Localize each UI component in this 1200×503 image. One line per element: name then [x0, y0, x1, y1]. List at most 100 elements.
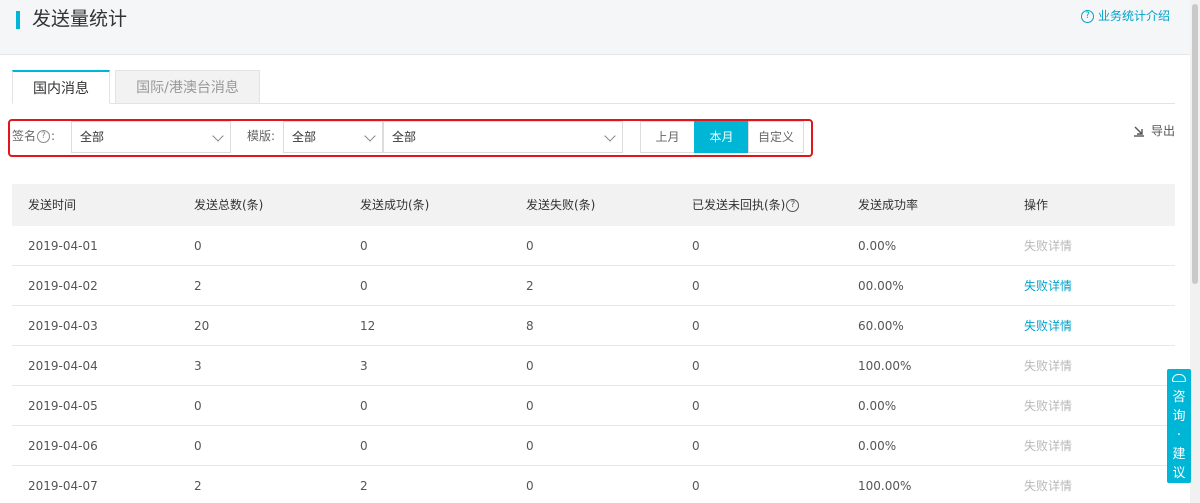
sign-select[interactable]: 全部: [71, 121, 231, 153]
cell-failed: 2: [526, 279, 534, 293]
cell-failed: 0: [526, 399, 534, 413]
title-accent-bar: [16, 11, 20, 29]
scrollbar-thumb[interactable]: [1192, 4, 1198, 284]
cell-success: 3: [360, 359, 368, 373]
cell-date: 2019-04-03: [28, 319, 98, 333]
template-filter-label: 模版:: [247, 129, 276, 143]
cell-success: 2: [360, 479, 368, 493]
sign-select-value: 全部: [80, 130, 105, 144]
table-row: 2019-04-05 0 0 0 0 0.00% 失败详情: [12, 386, 1175, 426]
table-header: 发送时间 发送总数(条) 发送成功(条) 发送失败(条) 已发送未回执(条) ?…: [12, 184, 1175, 226]
cell-rate: 100.00%: [858, 359, 912, 373]
cell-total: 3: [194, 359, 202, 373]
failure-details-link: 失败详情: [1024, 439, 1073, 453]
table-row: 2019-04-01 0 0 0 0 0.00% 失败详情: [12, 226, 1175, 266]
export-label: 导出: [1150, 124, 1175, 138]
template-select-value: 全部: [392, 130, 417, 144]
period-custom-button[interactable]: 自定义: [748, 121, 804, 153]
table-row: 2019-04-06 0 0 0 0 0.00% 失败详情: [12, 426, 1175, 466]
cell-rate: 0.00%: [858, 239, 897, 253]
stats-table: 发送时间 发送总数(条) 发送成功(条) 发送失败(条) 已发送未回执(条) ?…: [12, 184, 1175, 503]
column-header-pending-receipt: 已发送未回执(条) ?: [692, 184, 800, 226]
consult-char: 建: [1172, 447, 1186, 462]
failure-details-link: 失败详情: [1024, 479, 1073, 493]
cell-pending: 0: [692, 239, 700, 253]
sign-filter-label: 签名 ? :: [12, 126, 55, 146]
cell-date: 2019-04-07: [28, 479, 98, 493]
cell-pending: 0: [692, 319, 700, 333]
message-tabs: 国内消息 国际/港澳台消息: [12, 70, 1175, 104]
cell-pending: 0: [692, 479, 700, 493]
cell-total: 0: [194, 239, 202, 253]
cell-pending: 0: [692, 359, 700, 373]
question-circle-icon: ?: [1080, 9, 1094, 23]
column-header-success: 发送成功(条): [360, 198, 430, 212]
chevron-down-icon: [364, 130, 376, 142]
cell-total: 0: [194, 439, 202, 453]
table-row: 2019-04-04 3 3 0 0 100.00% 失败详情: [12, 346, 1175, 386]
business-stats-help-link[interactable]: ? 业务统计介绍: [1080, 8, 1170, 24]
column-header-success-rate: 发送成功率: [858, 198, 919, 212]
table-body: 2019-04-01 0 0 0 0 0.00% 失败详情 2019-04-02 2 0 2 0 00.…: [12, 226, 1175, 503]
table-row: 2019-04-07 2 2 0 0 100.00% 失败详情: [12, 466, 1175, 503]
template-type-select[interactable]: 全部: [283, 121, 383, 153]
cell-total: 20: [194, 319, 210, 333]
cell-date: 2019-04-05: [28, 399, 98, 413]
failure-details-link[interactable]: 失败详情: [1024, 306, 1072, 346]
cell-pending: 0: [692, 399, 700, 413]
cell-success: 0: [360, 439, 368, 453]
failure-details-link: 失败详情: [1024, 359, 1073, 373]
cell-success: 0: [360, 239, 368, 253]
chevron-down-icon: [604, 130, 616, 142]
table-row: 2019-04-03 20 12 8 0 60.00% 失败详情: [12, 306, 1175, 346]
cell-rate: 100.00%: [858, 479, 912, 493]
period-last-month-button[interactable]: 上月: [640, 121, 695, 153]
template-select[interactable]: 全部: [383, 121, 623, 153]
pending-help-icon[interactable]: ?: [786, 198, 800, 212]
cell-total: 2: [194, 479, 202, 493]
export-icon: [1133, 126, 1144, 137]
cell-date: 2019-04-06: [28, 439, 98, 453]
cell-failed: 0: [526, 359, 534, 373]
template-type-value: 全部: [292, 130, 317, 144]
sign-help-icon[interactable]: ?: [37, 129, 51, 143]
consult-char: 咨: [1172, 390, 1186, 405]
chat-icon: [1172, 374, 1186, 382]
cell-failed: 0: [526, 239, 534, 253]
page-title: 发送量统计: [32, 8, 128, 30]
consult-char: 询: [1172, 409, 1186, 424]
page-scrollbar[interactable]: [1190, 0, 1200, 503]
sign-label-colon: :: [51, 129, 56, 143]
column-header-send-time: 发送时间: [28, 198, 77, 212]
period-this-month-button[interactable]: 本月: [694, 121, 749, 153]
cell-failed: 8: [526, 319, 534, 333]
failure-details-link[interactable]: 失败详情: [1024, 266, 1072, 306]
cell-total: 2: [194, 279, 202, 293]
export-button[interactable]: 导出: [1133, 123, 1175, 139]
tab-international[interactable]: 国际/港澳台消息: [115, 70, 260, 104]
cell-date: 2019-04-04: [28, 359, 98, 373]
cell-pending: 0: [692, 279, 700, 293]
cell-success: 12: [360, 319, 376, 333]
failure-details-link: 失败详情: [1024, 399, 1073, 413]
cell-failed: 0: [526, 479, 534, 493]
pending-receipt-label: 已发送未回执(条): [692, 198, 786, 212]
help-link-label: 业务统计介绍: [1097, 9, 1170, 23]
consult-char: 议: [1172, 466, 1186, 481]
column-header-failed: 发送失败(条): [526, 198, 596, 212]
cell-date: 2019-04-02: [28, 279, 98, 293]
consult-suggest-button[interactable]: 咨 询 · 建 议: [1167, 369, 1191, 483]
cell-total: 0: [194, 399, 202, 413]
cell-date: 2019-04-01: [28, 239, 98, 253]
cell-pending: 0: [692, 439, 700, 453]
cell-rate: 60.00%: [858, 319, 904, 333]
sign-label-text: 签名: [12, 129, 37, 143]
cell-success: 0: [360, 399, 368, 413]
tab-domestic[interactable]: 国内消息: [12, 70, 110, 104]
cell-success: 0: [360, 279, 368, 293]
cell-rate: 0.00%: [858, 439, 897, 453]
cell-failed: 0: [526, 439, 534, 453]
column-header-total: 发送总数(条): [194, 198, 264, 212]
chevron-down-icon: [212, 130, 224, 142]
cell-rate: 0.00%: [858, 399, 897, 413]
